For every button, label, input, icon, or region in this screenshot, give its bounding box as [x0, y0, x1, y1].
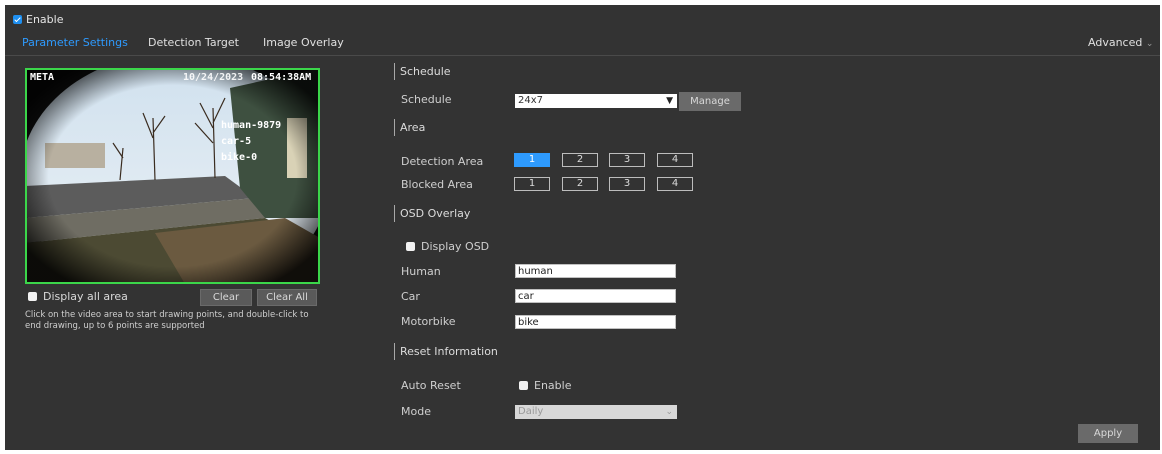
- blocked-area-4-button[interactable]: 4: [657, 177, 693, 191]
- display-osd-label: Display OSD: [421, 240, 490, 253]
- tab-divider: [5, 55, 1160, 56]
- section-marker: [394, 63, 395, 80]
- human-input[interactable]: human: [515, 264, 676, 278]
- blocked-area-3-button[interactable]: 3: [609, 177, 645, 191]
- auto-reset-label: Auto Reset: [401, 379, 461, 392]
- mode-value: Daily: [518, 406, 544, 417]
- osd-human-count: human-9879: [221, 120, 282, 131]
- section-marker: [394, 343, 395, 360]
- mode-select[interactable]: Daily ⌄: [515, 405, 677, 419]
- detection-area-3-button[interactable]: 3: [609, 153, 645, 167]
- schedule-section-title: Schedule: [400, 65, 451, 78]
- osd-section-title: OSD Overlay: [400, 207, 471, 220]
- osd-date: 10/24/2023: [183, 72, 244, 83]
- blocked-area-1-button[interactable]: 1: [514, 177, 550, 191]
- schedule-value: 24x7: [518, 95, 544, 106]
- auto-reset-enable-checkbox[interactable]: [519, 381, 528, 390]
- advanced-label: Advanced: [1088, 36, 1143, 49]
- display-all-area-checkbox[interactable]: [28, 292, 37, 301]
- detection-area-1-button[interactable]: 1: [514, 153, 550, 167]
- tab-parameter-settings[interactable]: Parameter Settings: [22, 36, 128, 49]
- mode-label: Mode: [401, 405, 431, 418]
- section-marker: [394, 119, 395, 136]
- schedule-select[interactable]: 24x7 ▼: [515, 94, 677, 108]
- display-osd-checkbox[interactable]: [406, 242, 415, 251]
- config-panel: Enable Parameter Settings Detection Targ…: [5, 5, 1160, 450]
- auto-reset-enable-label: Enable: [534, 379, 572, 392]
- enable-label: Enable: [26, 13, 64, 26]
- car-input[interactable]: car: [515, 289, 676, 303]
- drawing-hint: Click on the video area to start drawing…: [25, 310, 309, 331]
- enable-checkbox[interactable]: [13, 15, 22, 24]
- osd-time: 08:54:38AM: [251, 72, 312, 83]
- clear-button[interactable]: Clear: [200, 289, 252, 306]
- osd-bike-count: bike-0: [221, 152, 258, 163]
- clear-all-button[interactable]: Clear All: [257, 289, 317, 306]
- blocked-area-2-button[interactable]: 2: [562, 177, 598, 191]
- chevron-down-icon: ⌄: [1145, 39, 1154, 49]
- schedule-label: Schedule: [401, 93, 452, 106]
- motorbike-label: Motorbike: [401, 315, 456, 328]
- tab-detection-target[interactable]: Detection Target: [148, 36, 239, 49]
- detection-area-2-button[interactable]: 2: [562, 153, 598, 167]
- video-preview[interactable]: META 10/24/2023 08:54:38AM human-9879 ca…: [25, 68, 320, 284]
- manage-button[interactable]: Manage: [679, 92, 741, 111]
- tab-image-overlay[interactable]: Image Overlay: [263, 36, 344, 49]
- area-section-title: Area: [400, 121, 426, 134]
- motorbike-input[interactable]: bike: [515, 315, 676, 329]
- roi-border: [25, 68, 320, 284]
- section-marker: [394, 205, 395, 222]
- human-label: Human: [401, 265, 441, 278]
- osd-channel-name: META: [30, 72, 55, 83]
- reset-section-title: Reset Information: [400, 345, 498, 358]
- osd-car-count: car-5: [221, 136, 252, 147]
- apply-button[interactable]: Apply: [1078, 424, 1138, 443]
- advanced-dropdown[interactable]: Advanced ⌄: [1088, 36, 1153, 49]
- blocked-area-label: Blocked Area: [401, 178, 473, 191]
- chevron-down-icon: ▼: [666, 96, 673, 106]
- display-all-area-label: Display all area: [43, 290, 128, 303]
- car-label: Car: [401, 290, 420, 303]
- detection-area-4-button[interactable]: 4: [657, 153, 693, 167]
- chevron-down-icon: ⌄: [665, 407, 673, 417]
- detection-area-label: Detection Area: [401, 155, 484, 168]
